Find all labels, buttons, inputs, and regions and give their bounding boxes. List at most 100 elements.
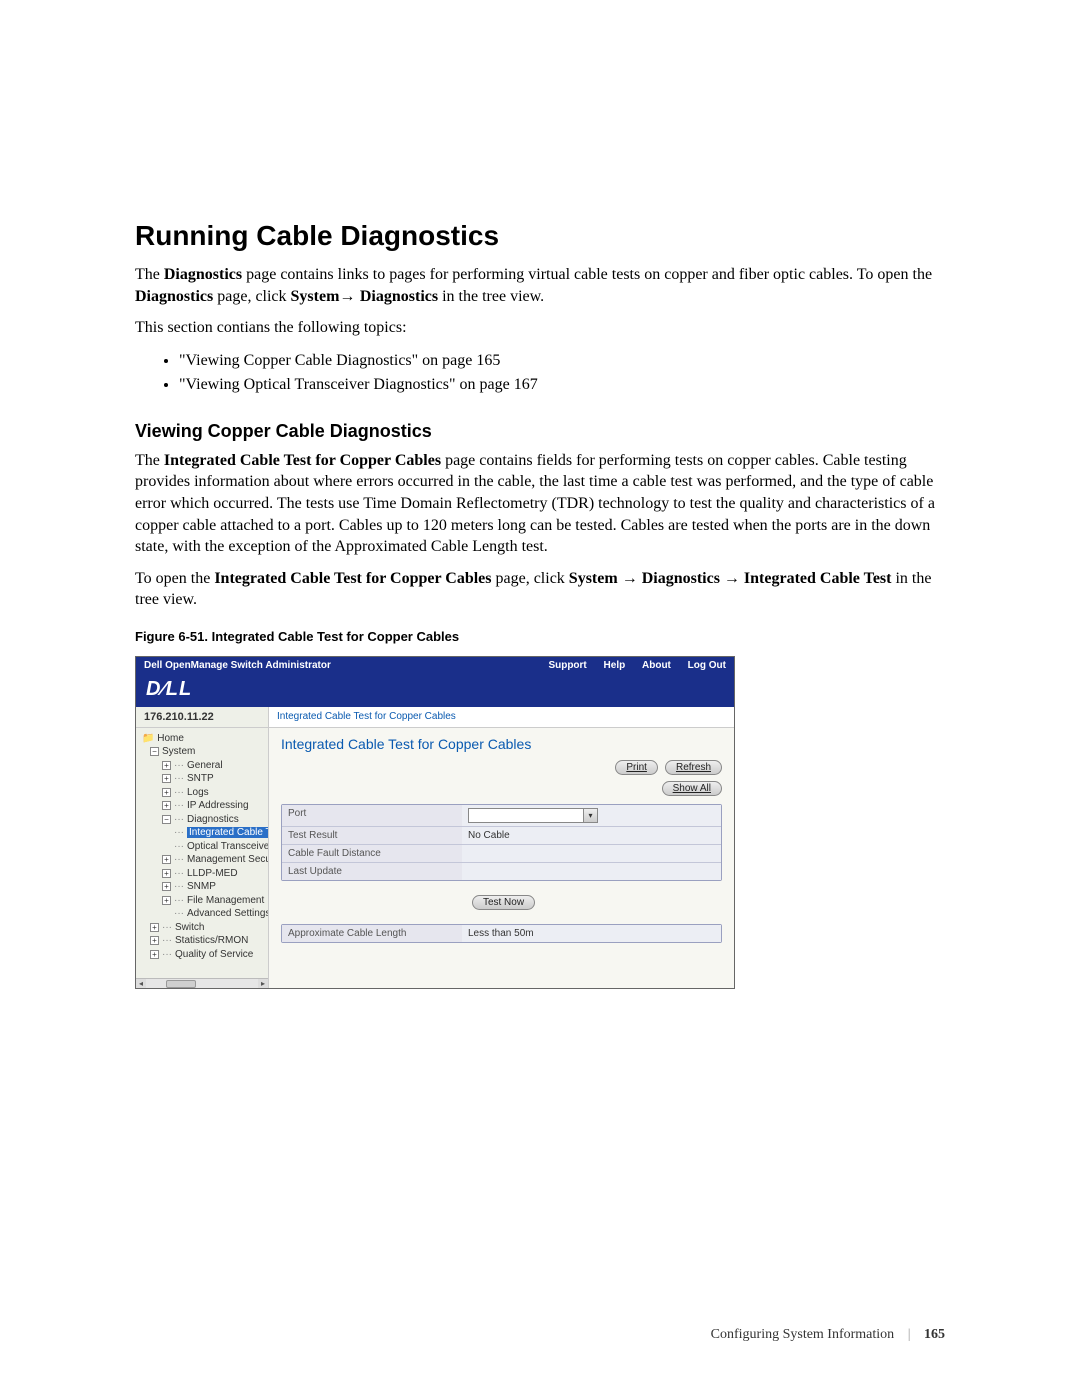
label: Optical Transceiver I bbox=[187, 841, 269, 852]
text-bold: System bbox=[569, 570, 622, 587]
tree-item[interactable]: +···Management Security bbox=[162, 853, 266, 867]
text-bold: Integrated Cable Test for Copper Cables bbox=[164, 452, 441, 469]
label: Management Security bbox=[187, 854, 269, 865]
scroll-left-icon[interactable]: ◂ bbox=[136, 979, 146, 988]
action-row: Print Refresh bbox=[281, 760, 722, 775]
text: page, click bbox=[492, 570, 569, 587]
arrow-icon: → bbox=[339, 288, 359, 305]
list-item: "Viewing Copper Cable Diagnostics" on pa… bbox=[179, 349, 945, 373]
intro-paragraph: The Diagnostics page contains links to p… bbox=[135, 264, 945, 307]
help-link[interactable]: Help bbox=[604, 660, 626, 671]
approx-value: Less than 50m bbox=[462, 925, 721, 942]
label: Statistics/RMON bbox=[175, 935, 248, 946]
refresh-button[interactable]: Refresh bbox=[665, 760, 722, 775]
expand-icon[interactable]: + bbox=[162, 896, 171, 905]
tree-item[interactable]: +···SNMP bbox=[162, 880, 266, 894]
print-button[interactable]: Print bbox=[615, 760, 658, 775]
horizontal-scrollbar[interactable]: ◂ ▸ bbox=[136, 978, 268, 988]
expand-icon[interactable]: + bbox=[150, 950, 159, 959]
figure-caption: Figure 6-51. Integrated Cable Test for C… bbox=[135, 629, 945, 644]
breadcrumb-text: Integrated Cable Test for Copper Cables bbox=[269, 707, 734, 727]
tree-system[interactable]: −System bbox=[150, 745, 266, 759]
topics-list: "Viewing Copper Cable Diagnostics" on pa… bbox=[179, 349, 945, 397]
result-value: No Cable bbox=[462, 827, 721, 844]
tree-item[interactable]: +···File Management bbox=[162, 894, 266, 908]
test-now-button[interactable]: Test Now bbox=[472, 895, 535, 910]
section-heading: Viewing Copper Cable Diagnostics bbox=[135, 421, 945, 442]
label: Logs bbox=[187, 787, 209, 798]
about-link[interactable]: About bbox=[642, 660, 671, 671]
text: in the tree view. bbox=[438, 288, 544, 305]
tree-stats[interactable]: +···Statistics/RMON bbox=[150, 934, 266, 948]
breadcrumb-bar: 176.210.11.22 Integrated Cable Test for … bbox=[136, 707, 734, 728]
logo-bar: D∕LL bbox=[136, 674, 734, 707]
text: To open the bbox=[135, 570, 214, 587]
result-label: Test Result bbox=[282, 827, 462, 844]
label: Home bbox=[157, 733, 184, 744]
label: Switch bbox=[175, 922, 204, 933]
label: General bbox=[187, 760, 223, 771]
text-bold: Diagnostics bbox=[135, 288, 213, 305]
text: page contains links to pages for perform… bbox=[242, 266, 932, 283]
screenshot: Dell OpenManage Switch Administrator Sup… bbox=[135, 656, 735, 989]
tree-qos[interactable]: +···Quality of Service bbox=[150, 948, 266, 962]
expand-icon[interactable]: + bbox=[150, 936, 159, 945]
expand-icon[interactable]: + bbox=[162, 774, 171, 783]
page-footer: Configuring System Information | 165 bbox=[711, 1327, 945, 1343]
expand-icon[interactable]: + bbox=[162, 788, 171, 797]
update-label: Last Update bbox=[282, 863, 462, 880]
collapse-icon[interactable]: − bbox=[150, 747, 159, 756]
form-row-fault: Cable Fault Distance bbox=[282, 845, 721, 863]
port-select[interactable]: ▾ bbox=[468, 808, 598, 823]
content-pane: Integrated Cable Test for Copper Cables … bbox=[269, 728, 734, 988]
text-bold: Diagnostics bbox=[164, 266, 242, 283]
tree-switch[interactable]: +···Switch bbox=[150, 921, 266, 935]
approx-label: Approximate Cable Length bbox=[282, 925, 462, 942]
update-value bbox=[462, 863, 721, 880]
tree-item[interactable]: +···IP Addressing bbox=[162, 799, 266, 813]
tree-item[interactable]: +···SNTP bbox=[162, 772, 266, 786]
label: Integrated Cable T bbox=[187, 827, 269, 838]
tree-item[interactable]: −···Diagnostics bbox=[162, 813, 266, 827]
support-link[interactable]: Support bbox=[548, 660, 586, 671]
tree-item[interactable]: +···LLDP-MED bbox=[162, 867, 266, 881]
expand-icon[interactable]: + bbox=[150, 923, 159, 932]
text: The bbox=[135, 452, 164, 469]
collapse-icon[interactable]: − bbox=[162, 815, 171, 824]
tree-item[interactable]: ···Advanced Settings bbox=[162, 907, 266, 921]
tree-item[interactable]: ···Optical Transceiver I bbox=[174, 840, 266, 854]
list-item: "Viewing Optical Transceiver Diagnostics… bbox=[179, 373, 945, 397]
page-heading: Running Cable Diagnostics bbox=[135, 220, 945, 252]
text-bold: Integrated Cable Test bbox=[740, 570, 892, 587]
nav-tree[interactable]: 📁 Home −System +···General +···SNTP +···… bbox=[136, 728, 269, 988]
body-paragraph: The Integrated Cable Test for Copper Cab… bbox=[135, 450, 945, 558]
fault-value bbox=[462, 845, 721, 862]
show-all-button[interactable]: Show All bbox=[662, 781, 722, 796]
tree-item[interactable]: +···General bbox=[162, 759, 266, 773]
expand-icon[interactable]: + bbox=[162, 882, 171, 891]
scroll-right-icon[interactable]: ▸ bbox=[258, 979, 268, 988]
document-page: Running Cable Diagnostics The Diagnostic… bbox=[0, 0, 1080, 1397]
label: SNTP bbox=[187, 773, 214, 784]
tree-home[interactable]: 📁 Home bbox=[142, 732, 266, 746]
form-row-approx: Approximate Cable Length Less than 50m bbox=[282, 925, 721, 942]
form-row-result: Test Result No Cable bbox=[282, 827, 721, 845]
form-row-port: Port ▾ bbox=[282, 805, 721, 827]
logout-link[interactable]: Log Out bbox=[688, 660, 726, 671]
label: Diagnostics bbox=[187, 814, 239, 825]
port-value: ▾ bbox=[462, 805, 721, 826]
label: Quality of Service bbox=[175, 949, 253, 960]
chevron-down-icon[interactable]: ▾ bbox=[583, 809, 597, 822]
tree-item-selected[interactable]: ···Integrated Cable T bbox=[174, 826, 266, 840]
expand-icon[interactable]: + bbox=[162, 869, 171, 878]
expand-icon[interactable]: + bbox=[162, 801, 171, 810]
scroll-thumb[interactable] bbox=[166, 980, 196, 988]
fault-label: Cable Fault Distance bbox=[282, 845, 462, 862]
screenshot-body: 📁 Home −System +···General +···SNTP +···… bbox=[136, 728, 734, 988]
footer-section: Configuring System Information bbox=[711, 1327, 895, 1342]
tree-item[interactable]: +···Logs bbox=[162, 786, 266, 800]
showall-row: Show All bbox=[281, 781, 722, 796]
expand-icon[interactable]: + bbox=[162, 761, 171, 770]
label: File Management bbox=[187, 895, 264, 906]
expand-icon[interactable]: + bbox=[162, 855, 171, 864]
